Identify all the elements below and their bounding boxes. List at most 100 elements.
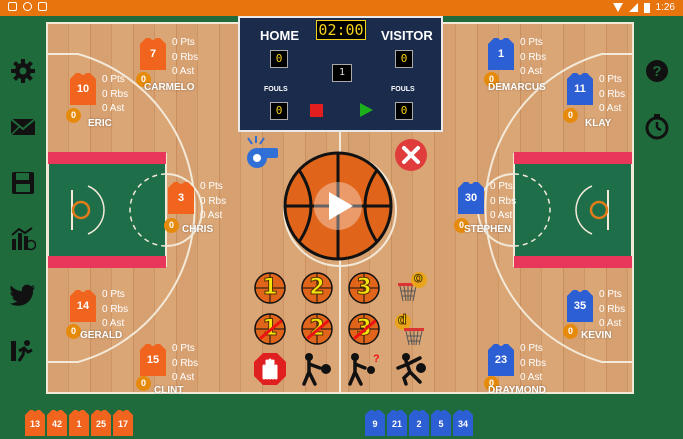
status-bar: 1:26: [0, 0, 683, 16]
points-stat: 0 Pts: [172, 37, 195, 48]
bench-player[interactable]: 25: [91, 410, 111, 436]
player-name: DRAYMOND: [488, 385, 546, 396]
twitter-icon[interactable]: [6, 280, 40, 310]
offensive-rebound-button[interactable]: o: [394, 269, 428, 305]
visitor-score[interactable]: 0: [395, 50, 413, 68]
notification-icon: [8, 2, 17, 11]
block-button[interactable]: [394, 352, 428, 386]
foul-badge: 0: [563, 108, 578, 123]
foul-badge: 0: [563, 324, 578, 339]
assists-stat: 0 Ast: [172, 372, 195, 383]
three-point-button[interactable]: 3: [347, 271, 381, 305]
points-stat: 0 Pts: [102, 289, 125, 300]
rebounds-stat: 0 Rbs: [599, 303, 626, 315]
mail-icon[interactable]: [6, 112, 40, 142]
assists-stat: 0 Ast: [102, 103, 125, 114]
points-stat: 0 Pts: [490, 181, 513, 192]
jersey-icon: 7: [140, 38, 166, 70]
rebounds-stat: 0 Rbs: [172, 357, 199, 369]
rebounds-stat: 0 Rbs: [172, 51, 199, 63]
jersey-icon: 10: [70, 73, 96, 105]
home-player-4[interactable]: 14 0 Pts 0 Rbs 0 Ast 0 GERALD: [66, 289, 210, 350]
points-stat: 0 Pts: [172, 343, 195, 354]
rebounds-stat: 0 Rbs: [200, 195, 227, 207]
stats-icon[interactable]: [6, 224, 40, 254]
notification-icon: [23, 2, 32, 11]
bench-player[interactable]: 17: [113, 410, 133, 436]
visitor-player-5[interactable]: 23 0 Pts 0 Rbs 0 Ast 0 DRAYMOND: [484, 343, 628, 404]
game-clock[interactable]: 02:00: [316, 20, 366, 40]
player-name: CLINT: [154, 385, 184, 396]
player-name: STEPHEN: [464, 224, 512, 235]
visitor-player-4[interactable]: 35 0 Pts 0 Rbs 0 Ast 0 KEVIN: [563, 289, 683, 350]
home-fouls[interactable]: 0: [270, 102, 288, 120]
substitution-icon[interactable]: [6, 336, 40, 366]
home-player-3[interactable]: 3 0 Pts 0 Rbs 0 Ast 0 CHRIS: [164, 181, 308, 242]
bench-player[interactable]: 34: [453, 410, 473, 436]
home-bench: 13 42 1 25 17: [25, 410, 133, 436]
foul-badge: 0: [66, 108, 81, 123]
period-display[interactable]: 1: [332, 64, 352, 82]
jersey-icon: 14: [70, 290, 96, 322]
player-name: DEMARCUS: [488, 82, 546, 93]
player-name: KLAY: [585, 118, 612, 129]
bench-player[interactable]: 5: [431, 410, 451, 436]
visitor-label: VISITOR: [381, 28, 433, 43]
save-icon[interactable]: [6, 168, 40, 198]
turnover-button[interactable]: [253, 352, 287, 386]
foul-badge: 0: [66, 324, 81, 339]
missed-one-point-button[interactable]: 1: [253, 312, 287, 346]
rebounds-stat: 0 Rbs: [520, 51, 547, 63]
jersey-icon: 15: [140, 344, 166, 376]
one-point-button[interactable]: 1: [253, 271, 287, 305]
steal-button[interactable]: [300, 352, 334, 386]
missed-two-point-button[interactable]: 2: [300, 312, 334, 346]
rebound-offense-label: o: [414, 269, 424, 286]
defensive-rebound-button[interactable]: d: [394, 311, 428, 346]
bench-player[interactable]: 13: [25, 410, 45, 436]
whistle-icon[interactable]: [244, 136, 280, 175]
rebounds-stat: 0 Rbs: [520, 357, 547, 369]
points-stat: 0 Pts: [520, 37, 543, 48]
jersey-icon: 1: [488, 38, 514, 70]
jersey-icon: 35: [567, 290, 593, 322]
two-point-button[interactable]: 2: [300, 271, 334, 305]
bench-player[interactable]: 42: [47, 410, 67, 436]
assist-button[interactable]: ?: [347, 352, 381, 386]
visitor-player-3[interactable]: 30 0 Pts 0 Rbs 0 Ast 0 STEPHEN: [454, 181, 598, 242]
points-stat: 0 Pts: [520, 343, 543, 354]
player-name: CHRIS: [182, 224, 214, 235]
rebounds-stat: 0 Rbs: [102, 303, 129, 315]
jersey-icon: 30: [458, 182, 484, 214]
visitor-fouls[interactable]: 0: [395, 102, 413, 120]
bench-player[interactable]: 1: [69, 410, 89, 436]
gear-icon[interactable]: [6, 56, 40, 86]
assists-stat: 0 Ast: [599, 103, 622, 114]
points-stat: 0 Pts: [599, 74, 622, 85]
jersey-icon: 3: [168, 182, 194, 214]
bench-player[interactable]: 2: [409, 410, 429, 436]
assists-stat: 0 Ast: [520, 372, 543, 383]
wifi-icon: [612, 3, 623, 12]
bench-player[interactable]: 9: [365, 410, 385, 436]
missed-three-point-button[interactable]: 3: [347, 312, 381, 346]
close-icon[interactable]: [394, 138, 428, 177]
rebounds-stat: 0 Rbs: [102, 88, 129, 100]
battery-icon: [643, 2, 650, 13]
rebound-defense-label: d: [398, 311, 408, 328]
player-name: KEVIN: [581, 330, 612, 341]
visitor-fouls-label: FOULS: [391, 86, 415, 93]
svg-text:?: ?: [373, 353, 380, 365]
home-player-2[interactable]: 10 0 0 Pts 0 Rbs 0 Ast ERIC: [66, 73, 210, 133]
visitor-player-2[interactable]: 11 0 Pts 0 Rbs 0 Ast 0 KLAY: [563, 73, 683, 133]
stop-icon[interactable]: [310, 104, 323, 117]
bench-player[interactable]: 21: [387, 410, 407, 436]
rebounds-stat: 0 Rbs: [490, 195, 517, 207]
play-icon[interactable]: [360, 103, 373, 117]
assists-stat: 0 Ast: [200, 210, 223, 221]
player-name: GERALD: [80, 330, 123, 341]
points-stat: 0 Pts: [102, 74, 125, 85]
player-name: ERIC: [88, 118, 112, 129]
assists-stat: 0 Ast: [490, 210, 513, 221]
jersey-icon: 23: [488, 344, 514, 376]
